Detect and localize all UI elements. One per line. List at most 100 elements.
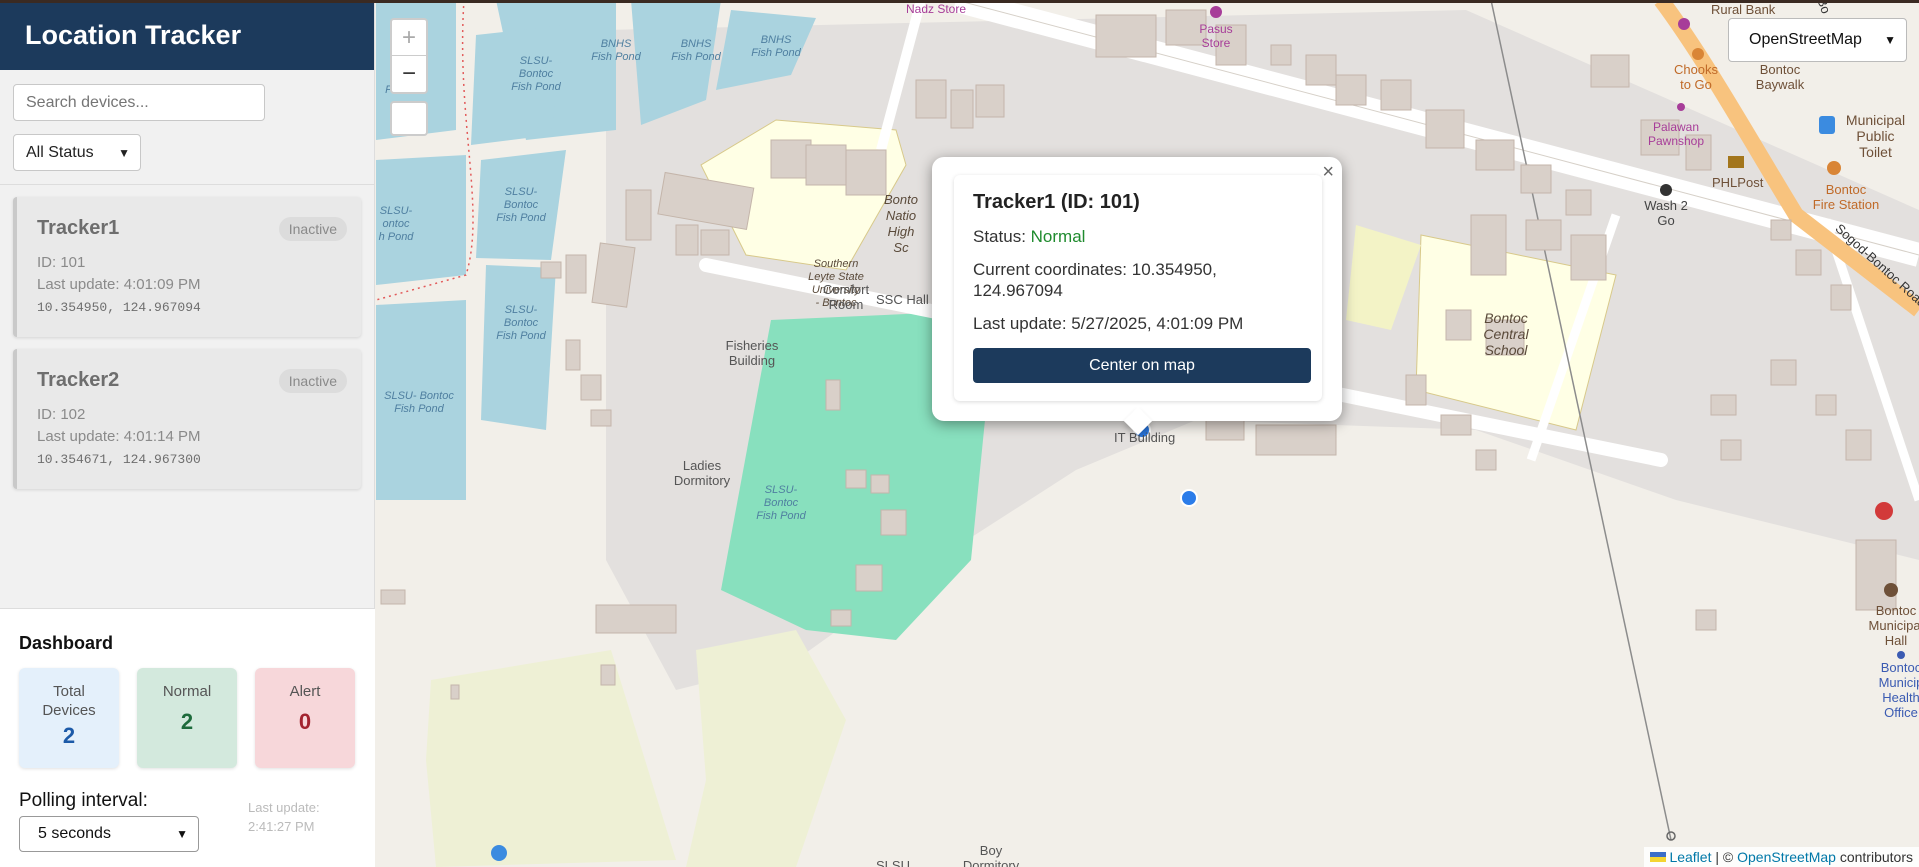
device-coords: 10.354671, 124.967300 — [37, 452, 201, 467]
popup-close-button[interactable]: × — [1322, 161, 1334, 184]
device-last-update: Last update: 4:01:14 PM — [37, 428, 201, 445]
zoom-control: + − — [390, 18, 428, 94]
map-label-rural-bank: Rural Bank — [1711, 2, 1776, 17]
fire-station-icon — [1827, 161, 1841, 175]
tracker-popup: × Tracker1 (ID: 101) Status: Normal Curr… — [932, 157, 1342, 436]
polling-interval-select[interactable]: 5 seconds ▼ — [19, 816, 199, 852]
pawnshop-icon — [1677, 103, 1685, 111]
map-label-ladies-dormitory: Ladies Dormitory — [673, 458, 731, 488]
filter-controls: All Status ▼ — [0, 70, 374, 185]
popup-status: Status: Normal — [973, 227, 1086, 246]
bank-icon — [1678, 18, 1690, 30]
osm-link[interactable]: OpenStreetMap — [1737, 849, 1836, 865]
map-label-slsu-bottom: SLSU — [876, 858, 910, 867]
app-root: Location Tracker All Status ▼ Tracker1 I… — [0, 0, 1919, 867]
status-filter-select[interactable]: All Status ▼ — [13, 134, 141, 171]
popup-content: Tracker1 (ID: 101) Status: Normal Curren… — [954, 175, 1322, 401]
map-label-bnhs-fish-pond-b: BNHS Fish Pond — [671, 38, 721, 63]
search-input[interactable] — [13, 84, 265, 121]
clinic-icon — [1897, 651, 1905, 659]
device-id: ID: 101 — [37, 254, 86, 271]
stat-total-label-1: Total — [53, 683, 85, 700]
last-update-label: Last update: — [248, 800, 320, 815]
polling-interval-value: 5 seconds — [38, 825, 111, 842]
bus-stop-icon — [1819, 116, 1835, 134]
stat-total-value: 2 — [62, 723, 76, 748]
map-label-slsu-pond-4: SLSU-ontoc h Pond — [378, 205, 414, 243]
map-label-wash-2-go: Wash 2 Go — [1644, 198, 1688, 228]
map-label-ssc-hall: SSC Hall — [876, 292, 929, 307]
map-label-slsu-pond-5: SLSU- Bontoc Fish Pond — [384, 390, 454, 415]
map-label-palawan-pawnshop: Palawan Pawnshop — [1647, 120, 1705, 148]
last-update-time: 2:41:27 PM — [248, 819, 315, 834]
tracker2-marker[interactable] — [1180, 489, 1198, 507]
fast-food-icon — [1692, 48, 1704, 60]
device-id: ID: 102 — [37, 406, 86, 423]
map-label-pasus-store: Pasus Store — [1199, 22, 1233, 50]
status-filter-value: All Status — [26, 143, 94, 161]
stat-normal-label: Normal — [162, 683, 212, 700]
map-label-municipal-public-toilet: Municipal Public Toilet — [1845, 112, 1906, 160]
map-label-nadz-store: Nadz Store — [906, 2, 967, 16]
chevron-down-icon: ▼ — [1884, 33, 1896, 47]
ukraine-flag-icon — [1650, 852, 1667, 862]
polling-section: Polling interval: 5 seconds ▼ Last updat… — [19, 790, 356, 852]
stat-normal: Normal 2 — [137, 668, 237, 768]
map-label-slsu-pond-1: SLSU- Bontoc Fish Pond — [511, 55, 561, 93]
map-container[interactable]: Nadz Store Pasus Store BNHS Fish Pond BNHS… — [376, 0, 1919, 867]
map-layer-value: OpenStreetMap — [1749, 31, 1862, 48]
leaflet-link[interactable]: Leaflet — [1669, 849, 1711, 865]
map-label-municipal-health-office: Bontoc Municip Health Office — [1878, 660, 1919, 720]
map-label-bontoc-baywalk: Bontoc Baywalk — [1755, 62, 1805, 92]
zoom-in-button[interactable]: + — [392, 20, 426, 56]
chevron-down-icon: ▼ — [118, 145, 130, 160]
device-card-tracker2[interactable]: Tracker2 Inactive ID: 102 Last update: 4… — [13, 349, 361, 489]
map-label-bontoc-municipal-hall: Bontoc Municipal Hall — [1868, 603, 1919, 648]
map-label-comfort-room: Comfort Room — [822, 282, 870, 312]
shop-icon — [1210, 6, 1222, 18]
map-label-slsu-pond-6: SLSU- Bontoc Fish Pond — [756, 484, 806, 522]
map-label-slsu-pond-2: SLSU- Bontoc Fish Pond — [496, 186, 546, 224]
water-pond-9 — [481, 265, 556, 430]
map-label-bontoc-nhs: Bonto Natio High Sc — [884, 192, 918, 255]
stat-total-label-2: Devices — [42, 702, 96, 719]
map-label-boy-dormitory: Boy Dormitory — [962, 843, 1020, 867]
status-badge: Inactive — [278, 217, 347, 241]
map-layer-select[interactable]: OpenStreetMap ▼ — [1728, 18, 1907, 62]
popup-coords: Current coordinates: 10.354950, 124.96709… — [973, 260, 1217, 300]
window-top-border — [0, 0, 1919, 3]
device-card-tracker1[interactable]: Tracker1 Inactive ID: 101 Last update: 4… — [13, 197, 361, 337]
stat-total-devices: Total Devices 2 — [19, 668, 119, 768]
hospital-icon — [1875, 502, 1893, 520]
zoom-out-button[interactable]: − — [392, 56, 426, 92]
chevron-down-icon: ▼ — [176, 827, 188, 841]
center-on-map-button[interactable]: Center on map — [973, 348, 1311, 383]
status-badge: Inactive — [278, 369, 347, 393]
laundry-icon — [1660, 184, 1672, 196]
device-last-update: Last update: 4:01:09 PM — [37, 276, 201, 293]
stats-row: Total Devices 2 Normal 2 Alert 0 — [19, 668, 356, 768]
home-icon — [491, 845, 507, 861]
app-title: Location Tracker — [25, 19, 242, 50]
meadow-2 — [686, 630, 846, 867]
dashboard-panel: Dashboard Total Devices 2 Normal 2 Alert … — [0, 608, 375, 867]
device-coords: 10.354950, 124.967094 — [37, 300, 201, 315]
device-list: Tracker1 Inactive ID: 101 Last update: 4… — [0, 185, 374, 513]
post-office-icon — [1728, 156, 1744, 168]
map-label-it-building: IT Building — [1114, 430, 1176, 445]
sidebar-header: Location Tracker — [0, 0, 374, 70]
townhall-icon — [1884, 583, 1898, 597]
meadow-1 — [426, 650, 676, 867]
last-update-status: Last update: 2:41:27 PM — [248, 798, 348, 836]
stat-alert-label: Alert — [289, 683, 321, 700]
popup-last-update: Last update: 5/27/2025, 4:01:09 PM — [973, 314, 1244, 333]
map-label-fisheries-building: Fisheries Building — [725, 338, 779, 368]
stat-normal-value: 2 — [180, 709, 194, 734]
stat-alert-value: 0 — [298, 709, 312, 734]
popup-title: Tracker1 (ID: 101) — [973, 191, 1140, 213]
popup-status-value: Normal — [1030, 227, 1086, 246]
map-label-bontoc-fire-station: Bontoc Fire Station — [1812, 182, 1880, 212]
locate-button[interactable] — [390, 101, 428, 136]
map-label-bnhs-fish-pond-a: BNHS Fish Pond — [591, 38, 641, 63]
stat-alert: Alert 0 — [255, 668, 355, 768]
